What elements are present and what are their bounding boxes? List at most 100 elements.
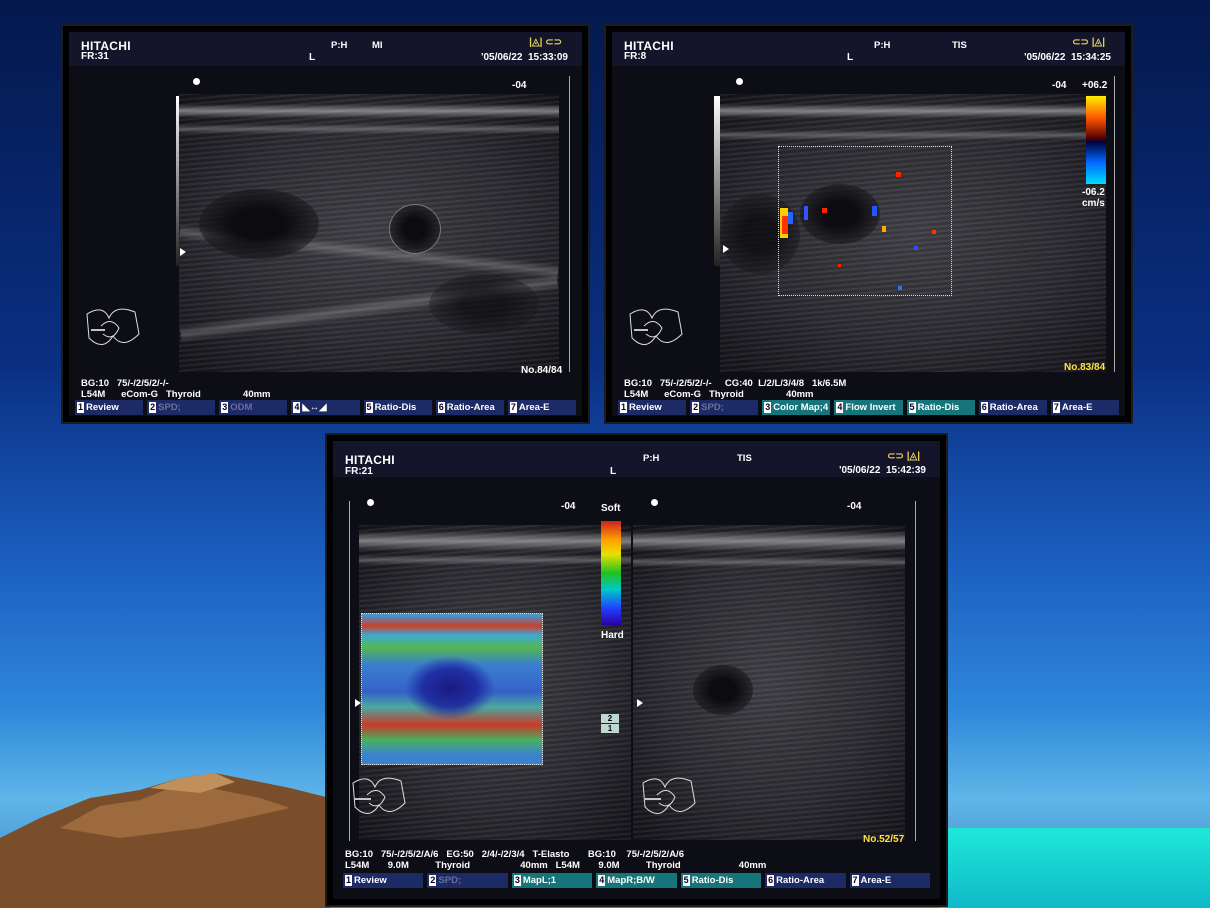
review-button[interactable]: 1 Review: [343, 873, 424, 888]
ratio-area-button[interactable]: 6 Ratio-Area: [765, 873, 846, 888]
elasto-roi[interactable]: [361, 613, 543, 765]
probe-swap-label: ◣↔◢: [302, 402, 327, 413]
focus-marker-left: [355, 699, 361, 707]
area-e-button[interactable]: 7 Area-E: [849, 873, 930, 888]
info-line-2: L54M eCom-G Thyroid 40mm: [624, 389, 814, 400]
image-count: No.83/84: [1064, 362, 1106, 373]
panel-1-softkeys: 1 Review 2 SPD; 3 ODM 4 ◣↔◢ 5 Ratio-Dis 6 Rati…: [75, 400, 576, 415]
ratio-dis-button[interactable]: 5 Ratio-Dis: [680, 873, 762, 888]
focus-marker: [180, 248, 186, 256]
panel-1-header: HITACHI FR:31 P:H MI L |◬| ⊂⊃ '05/06/22 …: [69, 32, 582, 66]
probe-body-mark-icon: [629, 308, 683, 345]
panel-3-screen: HITACHI FR:21 P:H TIS L ⊂⊃ |◬| '05/06/22…: [333, 441, 940, 899]
key-number: 2: [692, 402, 700, 413]
elasticity-color-bar: [601, 521, 621, 625]
side-label: L: [847, 52, 854, 63]
flow-invert-button[interactable]: 4 Flow Invert: [834, 400, 903, 415]
ultrasound-panel-3: HITACHI FR:21 P:H TIS L ⊂⊃ |◬| '05/06/22…: [325, 433, 948, 907]
ultrasound-panel-2: HITACHI FR:8 P:H TIS L ⊂⊃ |◬| '05/06/22 …: [604, 24, 1133, 424]
area-e-button[interactable]: 7 Area-E: [507, 400, 576, 415]
key-number: 4: [598, 875, 606, 886]
date: '05/06/22: [1024, 52, 1066, 63]
depth-label-right: -04: [847, 501, 862, 512]
map-left-label: MapL;1: [522, 875, 557, 886]
side-label: L: [610, 466, 617, 477]
key-number: 4: [836, 402, 844, 413]
velocity-unit: cm/s: [1082, 198, 1105, 209]
info-line-2: L54M 9.0M Thyroid 40mm L54M 9.0M Thyroid…: [345, 860, 767, 871]
ratio-dis-label: Ratio-Dis: [691, 875, 734, 886]
time: 15:34:25: [1070, 52, 1111, 63]
map-right-label: MapR;B/W: [607, 875, 655, 886]
panel-2-softkeys: 1 Review 2 SPD; 3 Color Map;4 4 Flow Invert …: [618, 400, 1119, 415]
review-label: Review: [86, 402, 119, 413]
key-number: 3: [221, 402, 229, 413]
power-label: P:H: [874, 40, 891, 51]
focus-dot: [193, 78, 200, 85]
key-number: 6: [980, 402, 988, 413]
key-number: 7: [509, 402, 517, 413]
index-label: TIS: [952, 40, 967, 51]
map-right-button[interactable]: 4 MapR;B/W: [596, 873, 677, 888]
color-map-button[interactable]: 3 Color Map;4: [762, 400, 831, 415]
frame-rate: FR:31: [81, 51, 109, 62]
panel-1-screen: HITACHI FR:31 P:H MI L |◬| ⊂⊃ '05/06/22 …: [69, 32, 582, 416]
flow-invert-label: Flow Invert: [845, 402, 896, 413]
area-e-label: Area-E: [1061, 402, 1093, 413]
status-icons: |◬| ⊂⊃: [529, 37, 562, 48]
roi-marker-1: 1: [601, 724, 619, 733]
spd-label: SPD;: [158, 402, 181, 413]
panel-2-header: HITACHI FR:8 P:H TIS L ⊂⊃ |◬| '05/06/22 …: [612, 32, 1125, 66]
ultrasound-image: [179, 94, 559, 372]
spd-button[interactable]: 2 SPD;: [427, 873, 508, 888]
depth-label-left: -04: [561, 501, 576, 512]
image-count: No.84/84: [521, 365, 563, 376]
ratio-dis-button[interactable]: 5 Ratio-Dis: [906, 400, 975, 415]
image-count: No.52/57: [863, 834, 905, 845]
spd-label: SPD;: [701, 402, 724, 413]
velocity-color-bar: [1086, 96, 1106, 184]
soft-label: Soft: [601, 503, 621, 514]
probe-body-mark-icon-right: [642, 777, 696, 814]
frame-rate: FR:8: [624, 51, 647, 62]
doppler-flow-spots: [780, 172, 936, 290]
probe-swap-button[interactable]: 4 ◣↔◢: [291, 400, 360, 415]
key-number: 3: [513, 875, 521, 886]
ratio-area-label: Ratio-Area: [989, 402, 1038, 413]
ratio-area-button[interactable]: 6 Ratio-Area: [435, 400, 504, 415]
ratio-dis-button[interactable]: 5 Ratio-Dis: [363, 400, 432, 415]
focus-dot: [736, 78, 743, 85]
ratio-area-label: Ratio-Area: [776, 875, 825, 886]
area-e-label: Area-E: [860, 875, 892, 886]
area-e-label: Area-E: [518, 402, 550, 413]
map-left-button[interactable]: 3 MapL;1: [511, 873, 593, 888]
depth-ticks: [1114, 76, 1115, 372]
review-label: Review: [354, 875, 387, 886]
spd-button[interactable]: 2 SPD;: [147, 400, 216, 415]
spd-button[interactable]: 2 SPD;: [690, 400, 759, 415]
date: '05/06/22: [481, 52, 523, 63]
info-line-1: BG:10 75/-/2/5/2/A/6 EG:50 2/4/-/2/3/4 T…: [345, 849, 684, 860]
info-line-1: BG:10 75/-/2/5/2/-/-: [81, 378, 169, 389]
review-button[interactable]: 1 Review: [75, 400, 144, 415]
power-label: P:H: [331, 40, 348, 51]
ultrasound-panel-1: HITACHI FR:31 P:H MI L |◬| ⊂⊃ '05/06/22 …: [61, 24, 590, 424]
key-number: 5: [908, 402, 916, 413]
ratio-area-button[interactable]: 6 Ratio-Area: [978, 400, 1047, 415]
odm-button[interactable]: 3 ODM: [219, 400, 288, 415]
area-e-button[interactable]: 7 Area-E: [1050, 400, 1119, 415]
sea-background: [940, 828, 1210, 908]
index-label: MI: [372, 40, 383, 51]
power-label: P:H: [643, 453, 660, 464]
key-number: 2: [149, 402, 157, 413]
key-number: 1: [620, 402, 627, 413]
datetime: '05/06/22 15:34:25: [1024, 52, 1111, 63]
odm-label: ODM: [230, 402, 253, 413]
panel-3-header: HITACHI FR:21 P:H TIS L ⊂⊃ |◬| '05/06/22…: [333, 441, 940, 477]
spd-label: SPD;: [438, 875, 462, 886]
roi-marker-2: 2: [601, 714, 619, 723]
key-number: 2: [429, 875, 437, 886]
side-label: L: [309, 52, 316, 63]
review-button[interactable]: 1 Review: [618, 400, 687, 415]
ratio-dis-label: Ratio-Dis: [374, 402, 417, 413]
